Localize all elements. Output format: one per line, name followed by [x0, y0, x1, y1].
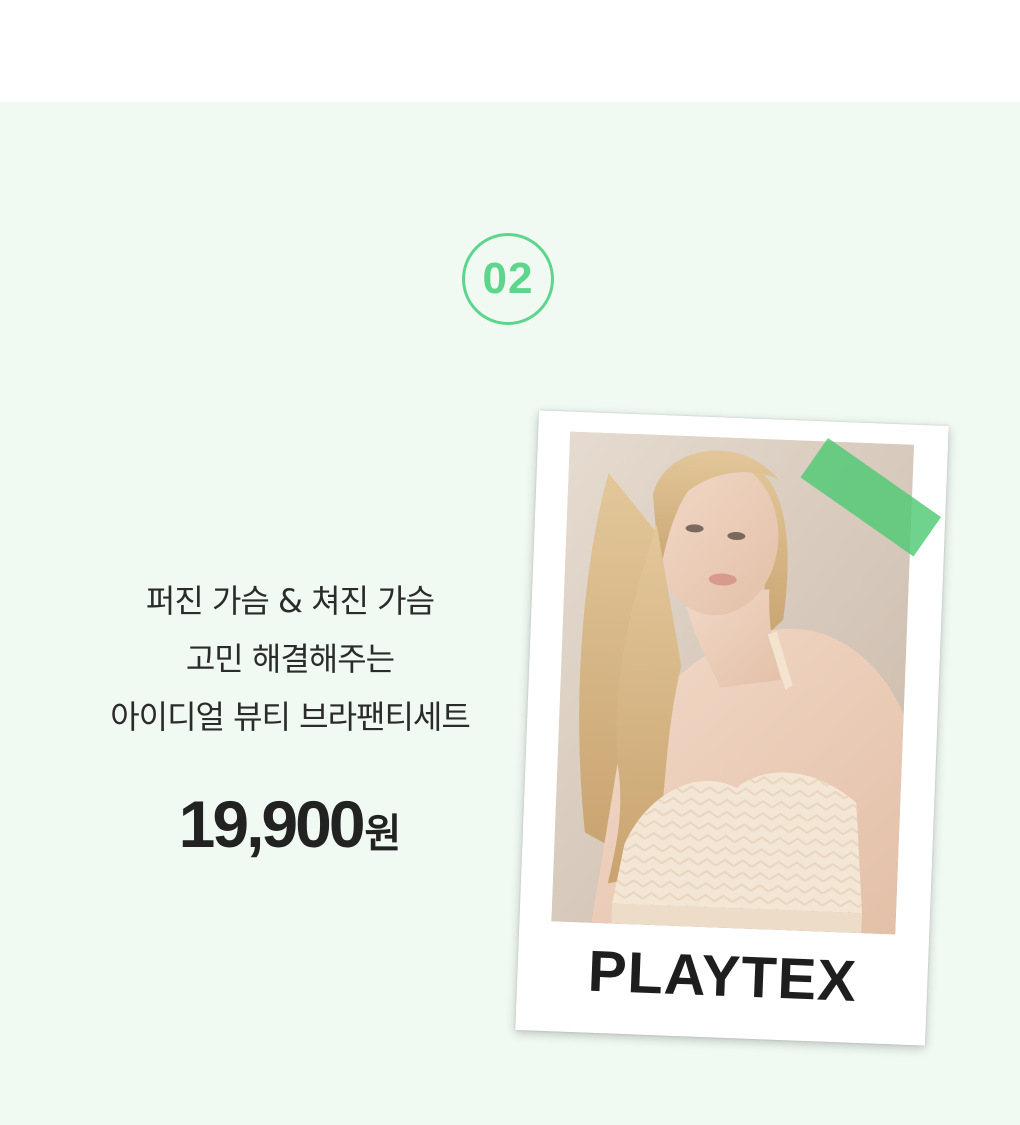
headline-line: 고민 해결해주는	[185, 640, 395, 678]
top-spacer	[0, 0, 1020, 102]
step-number: 02	[482, 254, 534, 303]
product-headline: 퍼진 가슴 & 쳐진 가슴 고민 해결해주는 아이디얼 뷰티 브라팬티세트	[40, 572, 540, 746]
price-amount: 19,900	[178, 787, 366, 861]
step-number-badge: 02	[462, 233, 554, 325]
price-unit: 원	[364, 812, 402, 856]
brand-label: PLAYTEX	[586, 938, 859, 1014]
headline-line: 퍼진 가슴 & 쳐진 가슴	[145, 582, 435, 620]
product-price: 19,900원	[40, 786, 540, 862]
headline-line: 아이디얼 뷰티 브라팬티세트	[110, 698, 471, 736]
